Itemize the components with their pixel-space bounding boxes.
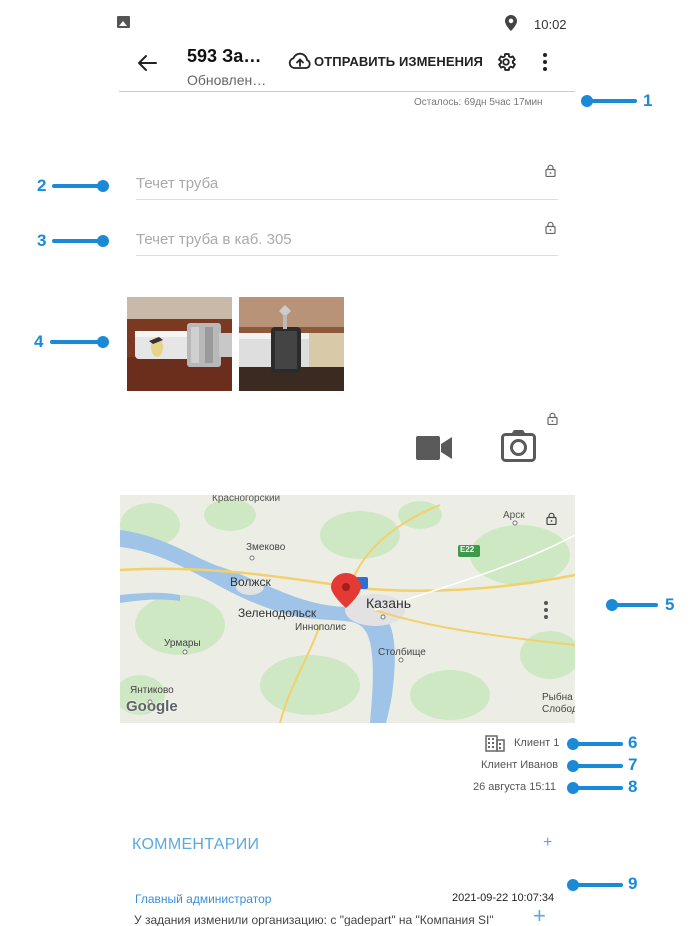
annotation-number: 9 <box>628 874 638 893</box>
send-changes-label: ОТПРАВИТЬ ИЗМЕНЕНИЯ <box>314 53 483 69</box>
lock-icon <box>546 512 557 525</box>
photo-thumbnail-1[interactable] <box>127 297 232 391</box>
annotation-line <box>52 184 102 188</box>
map-label-urmary: Урмары <box>164 638 201 649</box>
page-subtitle: Обновлен… <box>187 72 267 88</box>
map-label-zelenodolsk: Зеленодольск <box>238 606 317 620</box>
annotation-line <box>52 239 102 243</box>
map-label-stolbishche: Столбище <box>378 647 426 658</box>
map-label-sloboda: Слобод <box>542 704 575 715</box>
annotation-dot <box>97 235 109 247</box>
map-label-arsk: Арск <box>503 510 525 521</box>
map-label-kazan: Казань <box>366 595 412 611</box>
video-camera-icon[interactable] <box>416 435 452 461</box>
client-name: Клиент 1 <box>514 737 560 749</box>
back-arrow-icon[interactable] <box>134 51 160 75</box>
status-time: 10:02 <box>534 17 567 32</box>
send-changes-button[interactable]: ОТПРАВИТЬ ИЗМЕНЕНИЯ <box>288 52 483 70</box>
annotation-number: 6 <box>628 733 638 752</box>
annotation-number: 3 <box>37 231 47 250</box>
cloud-upload-icon <box>288 52 311 69</box>
comment-author[interactable]: Главный администратор <box>135 892 271 906</box>
google-logo: Google <box>126 698 178 715</box>
annotation-number: 2 <box>37 176 47 195</box>
expand-comment-button[interactable]: + <box>533 905 546 926</box>
annotation-number: 5 <box>665 595 675 614</box>
annotation-number: 7 <box>628 755 638 774</box>
building-icon <box>485 735 505 752</box>
annotation-line <box>612 603 658 607</box>
toolbar-divider <box>119 91 575 92</box>
map-label-innopolis: Иннополис <box>295 622 346 633</box>
map-label-krasnogorsky: Красногорский <box>212 495 281 504</box>
page-title: 593 За… <box>187 46 262 66</box>
annotation-number: 8 <box>628 777 638 796</box>
lock-icon <box>545 164 556 177</box>
photo-thumbnail-2[interactable] <box>239 297 344 391</box>
map-label-rybnaya: Рыбна <box>542 692 573 703</box>
comments-title: КОММЕНТАРИИ <box>132 836 260 853</box>
map-label-yantikovo: Янтиково <box>130 685 174 696</box>
photo-camera-icon[interactable] <box>501 430 536 462</box>
contact-name: Клиент Иванов <box>481 759 559 771</box>
map-label-zmeyevo: Змеково <box>246 542 286 553</box>
map-label-road: E22 <box>460 545 475 554</box>
task-name-field[interactable]: Течет труба <box>136 175 558 200</box>
time-remaining: Осталось: 69дн 5час 17мин <box>414 97 543 108</box>
task-name-value: Течет труба <box>136 175 219 192</box>
task-date: 26 августа 15:11 <box>473 781 556 793</box>
lock-icon <box>545 221 556 234</box>
gallery-status-icon <box>117 16 130 28</box>
location-status-icon <box>505 15 517 31</box>
annotation-line <box>573 786 623 790</box>
annotation-number: 1 <box>643 91 653 110</box>
comment-text: У задания изменили организацию: с "gadep… <box>134 913 494 926</box>
annotation-line <box>573 764 623 768</box>
task-description-field[interactable]: Течет труба в каб. 305 <box>136 231 558 256</box>
add-comment-button[interactable]: + <box>543 834 552 852</box>
annotation-line <box>573 883 623 887</box>
task-description-value: Течет труба в каб. 305 <box>136 231 292 248</box>
annotation-dot <box>97 180 109 192</box>
annotation-number: 4 <box>34 332 44 351</box>
annotation-line <box>573 742 623 746</box>
lock-icon <box>547 412 558 425</box>
annotation-line <box>50 340 102 344</box>
annotation-dot <box>97 336 109 348</box>
location-map[interactable]: Красногорский Арск Змеково E22 Волжск Ка… <box>120 495 575 723</box>
more-menu-icon[interactable] <box>537 52 553 72</box>
map-label-volzhsk: Волжск <box>230 575 271 589</box>
gear-icon[interactable] <box>495 51 517 73</box>
annotation-line <box>588 99 637 103</box>
